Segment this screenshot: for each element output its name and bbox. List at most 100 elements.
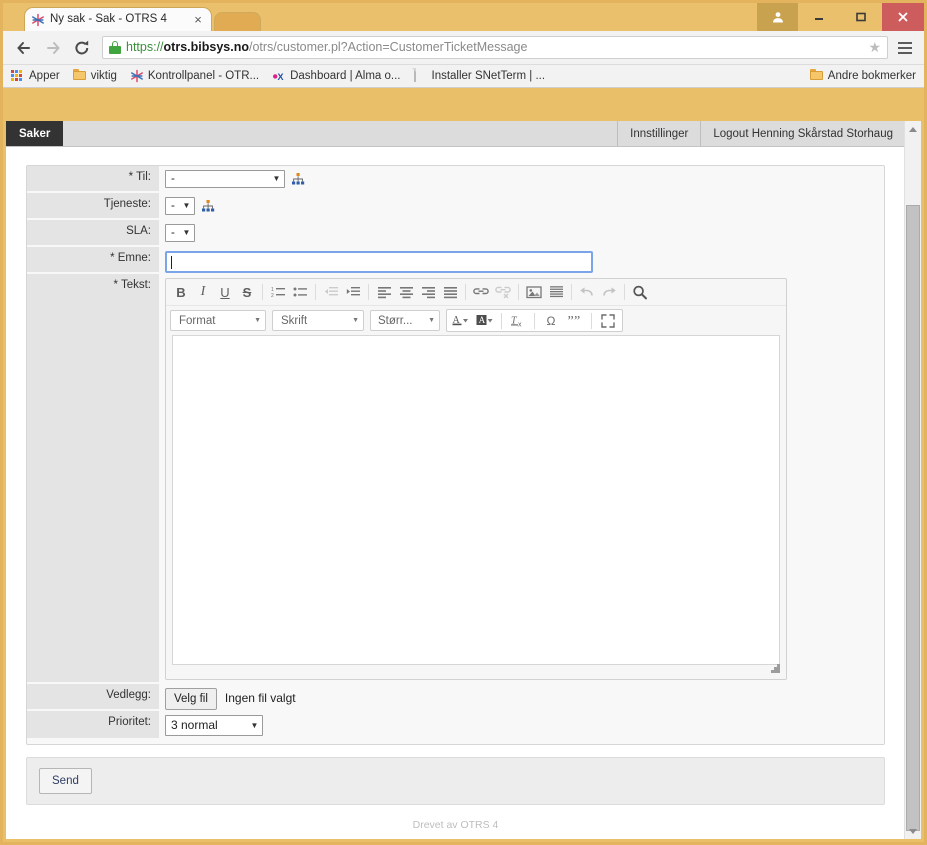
scroll-down-button[interactable]	[905, 823, 921, 839]
unlink-icon[interactable]	[492, 282, 514, 302]
indent-icon[interactable]	[342, 282, 364, 302]
nav-item-innstillinger[interactable]: Innstillinger	[617, 121, 700, 146]
page-icon	[413, 68, 428, 83]
underline-icon[interactable]: U	[214, 282, 236, 302]
chevron-down-icon: ▼	[428, 317, 435, 324]
emne-input[interactable]	[165, 251, 593, 273]
bookmark-snetterm[interactable]: Installer SNetTerm | ...	[413, 68, 545, 83]
form-row-til: * Til: - ▼	[27, 166, 884, 193]
browser-tab[interactable]: Ny sak - Sak - OTRS 4 ×	[25, 8, 211, 31]
outdent-icon[interactable]	[320, 282, 342, 302]
folder-icon	[72, 69, 87, 83]
bookmark-dashboard[interactable]: X Dashboard | Alma o...	[272, 69, 401, 83]
maximize-button[interactable]	[840, 3, 882, 31]
text-color-icon[interactable]: A	[449, 311, 473, 330]
toolbar-separator	[501, 312, 502, 329]
url-text: https://otrs.bibsys.no/otrs/customer.pl?…	[126, 37, 527, 58]
page-scrollbar[interactable]	[904, 121, 921, 839]
form-row-vedlegg: Vedlegg: Velg fil Ingen fil valgt	[27, 684, 884, 711]
page-viewport: Saker Innstillinger Logout Henning Skårs…	[6, 121, 921, 839]
submit-bar: Send	[26, 757, 885, 805]
redo-icon[interactable]	[598, 282, 620, 302]
sla-select[interactable]: - ▼	[165, 224, 195, 242]
bookmark-label: viktig	[90, 70, 117, 82]
minimize-button[interactable]	[798, 3, 840, 31]
field-vedlegg: Velg fil Ingen fil valgt	[159, 684, 884, 710]
field-tekst: B I U S 12 Format ▼ Skrift ▼ Størr... ▼ …	[159, 274, 884, 680]
otrs-star-icon	[31, 13, 45, 27]
choose-file-button[interactable]: Velg fil	[165, 688, 217, 710]
tab-close-icon[interactable]: ×	[191, 8, 205, 31]
format-dropdown[interactable]: Format ▼	[170, 310, 266, 331]
strikethrough-icon[interactable]: S	[236, 282, 258, 302]
tree-select-icon[interactable]	[291, 172, 305, 186]
forward-button[interactable]	[40, 35, 66, 61]
chrome-menu-button[interactable]	[894, 35, 916, 61]
italic-icon[interactable]: I	[192, 282, 214, 302]
toolbar-separator	[368, 284, 369, 300]
maximize-icon[interactable]	[596, 311, 620, 330]
editor-toolbar-row-2: Format ▼ Skrift ▼ Størr... ▼ A A T x Ω ”…	[166, 306, 786, 335]
bookmark-kontrollpanel[interactable]: Kontrollpanel - OTR...	[130, 69, 259, 83]
other-bookmarks-button[interactable]: Andre bokmerker	[809, 69, 916, 83]
image-icon[interactable]	[523, 282, 545, 302]
url-path: /otrs/customer.pl?Action=CustomerTicketM…	[248, 40, 528, 54]
svg-text:X: X	[278, 72, 284, 82]
align-center-icon[interactable]	[395, 282, 417, 302]
url-scheme: https://	[126, 40, 164, 54]
align-right-icon[interactable]	[417, 282, 439, 302]
bookmarks-bar: Apper viktig Kontrollpanel - OTR... X Da…	[3, 65, 924, 88]
scroll-up-button[interactable]	[905, 121, 921, 137]
otrs-star-icon	[130, 69, 144, 83]
send-button[interactable]: Send	[39, 768, 92, 794]
undo-icon[interactable]	[576, 282, 598, 302]
svg-text:A: A	[479, 315, 486, 325]
alma-ex-icon: X	[272, 69, 286, 83]
bulleted-list-icon[interactable]	[289, 282, 311, 302]
source-icon[interactable]	[545, 282, 567, 302]
tjeneste-select[interactable]: - ▼	[165, 197, 195, 215]
size-dropdown[interactable]: Størr... ▼	[370, 310, 440, 331]
bookmark-apper[interactable]: Apper	[11, 69, 60, 83]
form-row-emne: * Emne:	[27, 247, 884, 274]
tree-select-icon[interactable]	[201, 199, 215, 213]
back-button[interactable]	[11, 35, 37, 61]
align-justify-icon[interactable]	[439, 282, 461, 302]
nav-item-saker[interactable]: Saker	[6, 121, 64, 146]
close-window-button[interactable]	[882, 3, 924, 31]
editor-content-area[interactable]	[172, 335, 780, 665]
reload-button[interactable]	[69, 35, 95, 61]
new-tab-button[interactable]	[215, 13, 260, 31]
background-color-icon[interactable]: A	[473, 311, 497, 330]
field-tjeneste: - ▼	[159, 193, 884, 215]
toolbar-separator	[262, 284, 263, 300]
chevron-down-icon: ▼	[250, 721, 259, 730]
til-select[interactable]: - ▼	[165, 170, 285, 188]
special-character-icon[interactable]: Ω	[539, 311, 563, 330]
find-icon[interactable]	[629, 282, 651, 302]
bookmark-label: Dashboard | Alma o...	[290, 70, 401, 82]
prioritet-select[interactable]: 3 normal ▼	[165, 715, 263, 736]
link-icon[interactable]	[470, 282, 492, 302]
resize-grip[interactable]	[771, 664, 780, 673]
address-bar[interactable]: https://otrs.bibsys.no/otrs/customer.pl?…	[102, 36, 888, 59]
profile-button[interactable]	[757, 3, 798, 31]
label-emne: * Emne:	[27, 247, 159, 274]
nav-item-logout[interactable]: Logout Henning Skårstad Storhaug	[700, 121, 905, 146]
scrollbar-thumb[interactable]	[906, 205, 920, 831]
svg-text:x: x	[518, 321, 522, 328]
numbered-list-icon[interactable]: 12	[267, 282, 289, 302]
svg-text:”: ”	[568, 314, 574, 329]
bookmark-star-icon[interactable]: ★	[862, 39, 881, 56]
remove-format-icon[interactable]: Tx	[506, 311, 530, 330]
bold-icon[interactable]: B	[170, 282, 192, 302]
bookmark-viktig[interactable]: viktig	[72, 69, 117, 83]
tjeneste-value: -	[171, 200, 175, 212]
form-row-tjeneste: Tjeneste: - ▼	[27, 193, 884, 220]
align-left-icon[interactable]	[373, 282, 395, 302]
blockquote-icon[interactable]: ””	[563, 311, 587, 330]
lock-icon	[109, 41, 121, 54]
font-dropdown[interactable]: Skrift ▼	[272, 310, 364, 331]
label-tjeneste: Tjeneste:	[27, 193, 159, 220]
